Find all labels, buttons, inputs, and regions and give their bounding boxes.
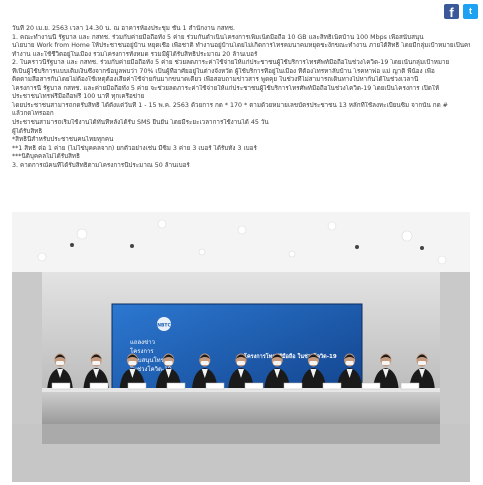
svg-text:แถลงข่าว: แถลงข่าว [130,339,155,346]
article-line: แล้วกดโทรออก [12,110,54,118]
face-mask [164,361,173,365]
article-line: ประชาชนโทรฟรีมือถือฟรี 100 นาที ทุกเครือ… [12,93,145,101]
svg-text:โครงการโทรฟรีมือถือ ในช่วงโควิ: โครงการโทรฟรีมือถือ ในช่วงโควิด-19 [243,352,337,360]
svg-text:NBTC: NBTC [157,323,171,329]
article-line: ประชาชนสามารถเริ่มใช้งานได้ทันทีหลังได้ร… [12,119,269,127]
article-line: ทำงาน และใช้ชีวิตอยู่ในเมือง รวมโครงการท… [12,50,258,58]
face-mask [200,361,209,365]
press-conference-image: NBTC แถลงข่าว โครงการ สนับสนุนโทรฟรี ในช… [12,212,470,482]
facebook-icon[interactable]: f [444,4,459,20]
article-line: ผู้ได้รับสิทธิ์ [12,127,43,135]
face-mask [128,361,137,365]
article-line: โครงการนี้ รัฐบาล กสทช. และค่ายมือถือทั้… [12,84,440,92]
article-line: *สิทธิ์นี้สำหรับประชาชนคนไทยทุกคน [12,136,114,144]
article-line: 3. คาดการณ์คนที่ได้รับสิทธิ์ตามโครงการนี… [12,161,190,169]
article-line: นโยบาย Work from Home ให้ประชาชนอยู่บ้าน… [12,42,470,50]
article-line: **1 สิทธิ์ ต่อ 1 ค่าย (ไม่ใช่บุคคลจาก) ย… [12,144,257,152]
face-mask [92,361,101,365]
face-mask [309,361,318,365]
face-mask [237,361,245,365]
article-body: วันที่ 20 เม.ย. 2563 เวลา 14.30 น. ณ อาค… [12,25,470,170]
face-mask [418,361,426,365]
face-mask [381,361,390,365]
face-mask [273,361,282,365]
article-line: ***นิติบุคคลไม่ได้รับสิทธิ์ [12,153,80,161]
article-line: ที่เป็นผู้ใช้บริการแบบเติมเงินซึ่งจากข้อ… [12,67,435,75]
article-line: ติดตามสื่อสารกันโดยไม่ต้องใช้เหตุต้องเสี… [12,76,419,84]
article-line: โดยประชาชนสามารถกดรับสิทธิ์ ได้ตั้งแต่วั… [12,101,448,109]
twitter-icon[interactable]: t [463,4,478,19]
share-bar: f t [0,0,483,24]
article-line: 1. คณะทำงานนี้ รัฐบาล และ กสทช. ร่วมกับค… [12,33,424,41]
face-mask [56,361,64,365]
article-line: 2. ในคราวนี้รัฐบาล และ กสทช. ร่วมกับค่าย… [12,59,450,67]
press-conference-photo: NBTC แถลงข่าว โครงการ สนับสนุนโทรฟรี ในช… [12,212,470,482]
article-line: วันที่ 20 เม.ย. 2563 เวลา 14.30 น. ณ อาค… [12,25,236,32]
face-mask [345,361,354,365]
